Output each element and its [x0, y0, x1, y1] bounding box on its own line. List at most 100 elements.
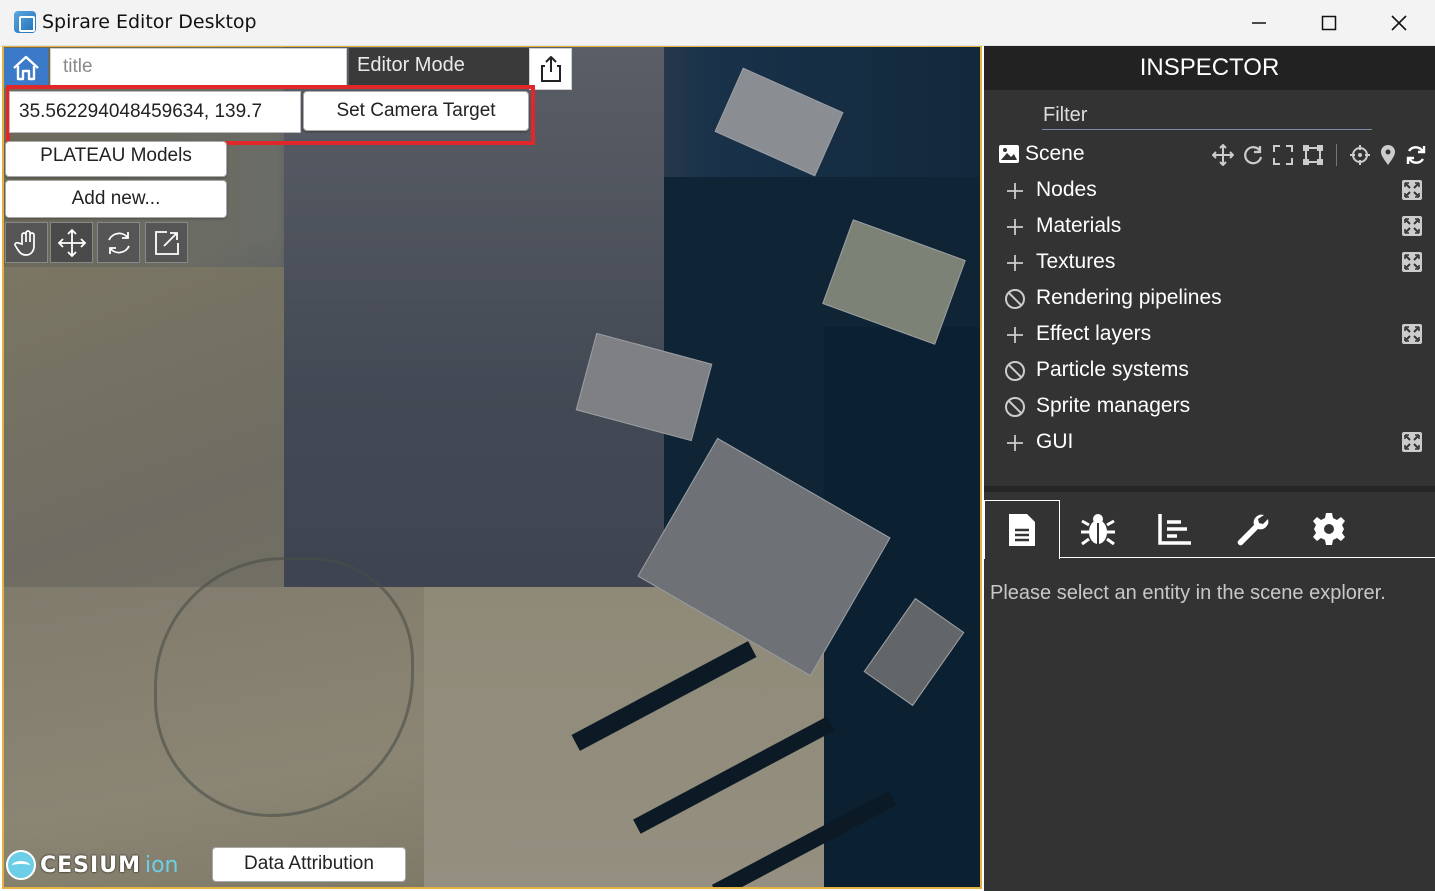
document-icon — [1009, 514, 1035, 546]
tree-item-materials[interactable]: Materials — [984, 210, 1435, 244]
scene-toolbar — [1212, 143, 1427, 167]
tree-item-label: GUI — [1036, 430, 1074, 453]
tree-item-rendering-pipelines[interactable]: Rendering pipelines — [984, 282, 1435, 316]
inspector-header: INSPECTOR — [984, 46, 1435, 90]
disabled-icon — [1004, 396, 1026, 418]
plus-icon — [1004, 324, 1026, 346]
disabled-icon — [1005, 361, 1025, 381]
plus-icon — [1007, 435, 1023, 451]
minimize-button[interactable] — [1224, 0, 1294, 46]
move-tool-button[interactable] — [50, 222, 93, 263]
cesium-logo-icon — [6, 850, 36, 880]
tree-item-label: Sprite managers — [1036, 394, 1191, 417]
cesium-ion-word: ion — [144, 852, 179, 878]
crosshair-icon[interactable] — [1349, 144, 1371, 166]
plus-icon — [1007, 327, 1023, 343]
maximize-icon — [1321, 15, 1337, 31]
filter-input[interactable]: Filter — [1042, 104, 1372, 130]
tree-item-textures[interactable]: Textures — [984, 246, 1435, 280]
scale-gizmo-icon[interactable] — [1272, 144, 1294, 166]
plus-icon — [1004, 216, 1026, 238]
close-button[interactable] — [1364, 0, 1434, 46]
cesium-ion-logo[interactable]: CESIUM ion — [6, 850, 178, 880]
bounding-box-gizmo-icon[interactable] — [1302, 144, 1324, 166]
title-input[interactable] — [50, 48, 347, 86]
move-icon — [57, 228, 86, 257]
window-title: Spirare Editor Desktop — [42, 11, 257, 33]
plus-icon — [1004, 252, 1026, 274]
inspector-tabs — [984, 492, 1435, 559]
tab-statistics[interactable] — [1137, 500, 1213, 558]
close-icon — [1391, 15, 1407, 31]
expand-all-button[interactable] — [1402, 324, 1424, 346]
minimize-icon — [1252, 22, 1266, 24]
plus-icon — [1004, 180, 1026, 202]
scale-tool-button[interactable] — [145, 222, 188, 263]
share-icon — [540, 56, 561, 82]
plus-icon — [1007, 255, 1023, 271]
expand-icon — [1402, 252, 1422, 272]
tab-debug[interactable] — [1060, 500, 1136, 558]
home-icon — [13, 55, 39, 81]
tree-item-particle-systems[interactable]: Particle systems — [984, 354, 1435, 388]
tree-item-label: Particle systems — [1036, 358, 1189, 381]
map-marker-icon[interactable] — [1379, 144, 1397, 166]
cesium-word: CESIUM — [40, 852, 141, 878]
expand-all-button[interactable] — [1402, 180, 1424, 202]
tree-item-effect-layers[interactable]: Effect layers — [984, 318, 1435, 352]
pan-tool-button[interactable] — [5, 222, 48, 263]
rotate-gizmo-icon[interactable] — [1242, 144, 1264, 166]
tree-item-gui[interactable]: GUI — [984, 426, 1435, 460]
rotate-tool-button[interactable] — [97, 222, 140, 263]
set-camera-target-button[interactable]: Set Camera Target — [303, 91, 529, 131]
expand-icon — [1402, 432, 1422, 452]
map-island — [714, 67, 844, 177]
share-button[interactable] — [529, 48, 572, 90]
tab-properties[interactable] — [984, 500, 1060, 559]
plateau-models-button[interactable]: PLATEAU Models — [5, 141, 227, 177]
bug-icon — [1081, 514, 1115, 546]
tree-item-label: Textures — [1036, 250, 1116, 273]
wrench-icon — [1237, 514, 1269, 546]
translate-gizmo-icon[interactable] — [1212, 144, 1234, 166]
chart-icon — [1158, 514, 1191, 545]
home-button[interactable] — [4, 48, 48, 88]
tab-tools[interactable] — [1214, 500, 1290, 558]
gear-icon — [1313, 513, 1345, 545]
tree-item-nodes[interactable]: Nodes — [984, 174, 1435, 208]
disabled-icon — [1005, 397, 1025, 417]
editor-mode-label: Editor Mode — [357, 54, 465, 76]
tree-item-label: Nodes — [1036, 178, 1097, 201]
window-titlebar: Spirare Editor Desktop — [0, 0, 1435, 46]
scene-row[interactable]: Scene — [984, 140, 1435, 170]
tree-item-label: Effect layers — [1036, 322, 1152, 345]
maximize-button[interactable] — [1294, 0, 1364, 46]
plus-icon — [1004, 432, 1026, 454]
expand-all-button[interactable] — [1402, 252, 1424, 274]
image-icon — [999, 145, 1019, 163]
rotate-icon — [107, 231, 130, 254]
expand-icon — [1402, 216, 1422, 236]
data-attribution-button[interactable]: Data Attribution — [212, 847, 406, 882]
inspector-panel: INSPECTOR Filter Scene Nodes Materials Tex… — [984, 46, 1435, 891]
toolbar-separator — [1336, 144, 1337, 166]
app-icon — [14, 11, 36, 33]
expand-all-button[interactable] — [1402, 216, 1424, 238]
hand-icon — [13, 229, 35, 256]
plus-icon — [1007, 219, 1023, 235]
disabled-icon — [1005, 289, 1025, 309]
empty-selection-message: Please select an entity in the scene exp… — [990, 582, 1386, 604]
expand-all-button[interactable] — [1402, 432, 1424, 454]
tree-item-label: Materials — [1036, 214, 1122, 237]
tab-settings[interactable] — [1291, 500, 1367, 558]
scene-label: Scene — [1025, 142, 1085, 165]
refresh-icon[interactable] — [1405, 144, 1427, 166]
expand-icon — [1402, 180, 1422, 200]
coordinate-input[interactable] — [9, 91, 301, 133]
disabled-icon — [1004, 288, 1026, 310]
tree-item-sprite-managers[interactable]: Sprite managers — [984, 390, 1435, 424]
scale-icon — [154, 230, 179, 255]
expand-icon — [1402, 324, 1422, 344]
add-new-button[interactable]: Add new... — [5, 180, 227, 218]
plus-icon — [1007, 183, 1023, 199]
